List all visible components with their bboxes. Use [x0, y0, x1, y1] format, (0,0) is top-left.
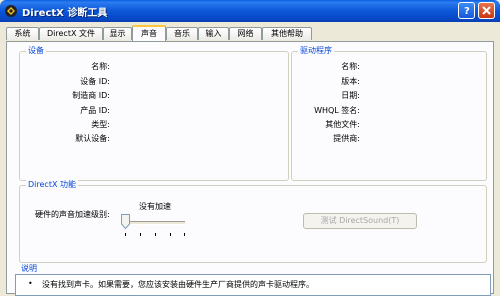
close-icon: [482, 6, 491, 15]
slider-tick: [155, 233, 156, 236]
directx-app-icon: [5, 5, 17, 17]
slider-tick: [140, 233, 141, 236]
sound-accel-slider-track[interactable]: [125, 221, 185, 225]
tab-system[interactable]: 系统: [6, 27, 39, 40]
manufacturer-id-label: 制造商 ID:: [72, 91, 110, 100]
tab-input[interactable]: 输入: [198, 27, 229, 40]
tab-sound[interactable]: 声音: [132, 25, 166, 41]
close-button[interactable]: [478, 2, 495, 19]
device-id-label: 设备 ID:: [80, 77, 110, 86]
slider-tick: [125, 233, 126, 236]
tab-directx-files[interactable]: DirectX 文件: [39, 27, 103, 40]
directx-features-title: DirectX 功能: [26, 180, 78, 190]
note-item: 没有找到声卡。如果需要，您应该安装由硬件生产厂商提供的声卡驱动程序。: [42, 280, 314, 289]
help-button[interactable]: ?: [458, 2, 475, 19]
other-files-label: 其他文件:: [325, 120, 360, 129]
sound-tab-panel: 设备 名称: 设备 ID: 制造商 ID: 产品 ID: 类型: 默认设备: 驱…: [6, 41, 494, 296]
notes-title: 说明: [21, 264, 37, 273]
help-icon: ?: [464, 6, 470, 16]
product-id-label: 产品 ID:: [80, 106, 110, 115]
title-bar[interactable]: DirectX 诊断工具 ?: [0, 0, 500, 22]
driver-date-label: 日期:: [341, 91, 360, 100]
notes-box[interactable]: • 没有找到声卡。如果需要，您应该安装由硬件生产厂商提供的声卡驱动程序。: [15, 274, 491, 296]
driver-group-title: 驱动程序: [298, 46, 334, 56]
slider-tick: [184, 233, 185, 236]
sound-accel-slider-thumb[interactable]: [121, 214, 130, 229]
svg-text:?: ?: [464, 6, 470, 16]
device-group: 设备 名称: 设备 ID: 制造商 ID: 产品 ID: 类型: 默认设备:: [19, 46, 289, 181]
type-label: 类型:: [91, 120, 110, 129]
tab-music[interactable]: 音乐: [166, 27, 198, 40]
sound-accel-value: 没有加速: [139, 202, 171, 211]
driver-version-label: 版本:: [341, 77, 360, 86]
driver-group: 驱动程序 名称: 版本: 日期: WHQL 签名: 其他文件: 提供商:: [291, 46, 487, 181]
provider-label: 提供商:: [333, 134, 360, 143]
slider-tick: [170, 233, 171, 236]
window-title: DirectX 诊断工具: [22, 8, 108, 19]
sound-accel-label: 硬件的声音加速级别:: [35, 210, 110, 219]
bullet-icon: •: [28, 279, 33, 288]
tab-display[interactable]: 显示: [103, 27, 132, 40]
test-directsound-button[interactable]: 测试 DirectSound(T): [303, 213, 417, 229]
whql-label: WHQL 签名:: [314, 106, 360, 115]
tab-network[interactable]: 网络: [229, 27, 262, 40]
device-name-label: 名称:: [91, 62, 110, 71]
driver-name-label: 名称:: [341, 62, 360, 71]
device-group-title: 设备: [26, 46, 46, 56]
default-device-label: 默认设备:: [75, 134, 110, 143]
tab-more-help[interactable]: 其他帮助: [262, 27, 312, 40]
